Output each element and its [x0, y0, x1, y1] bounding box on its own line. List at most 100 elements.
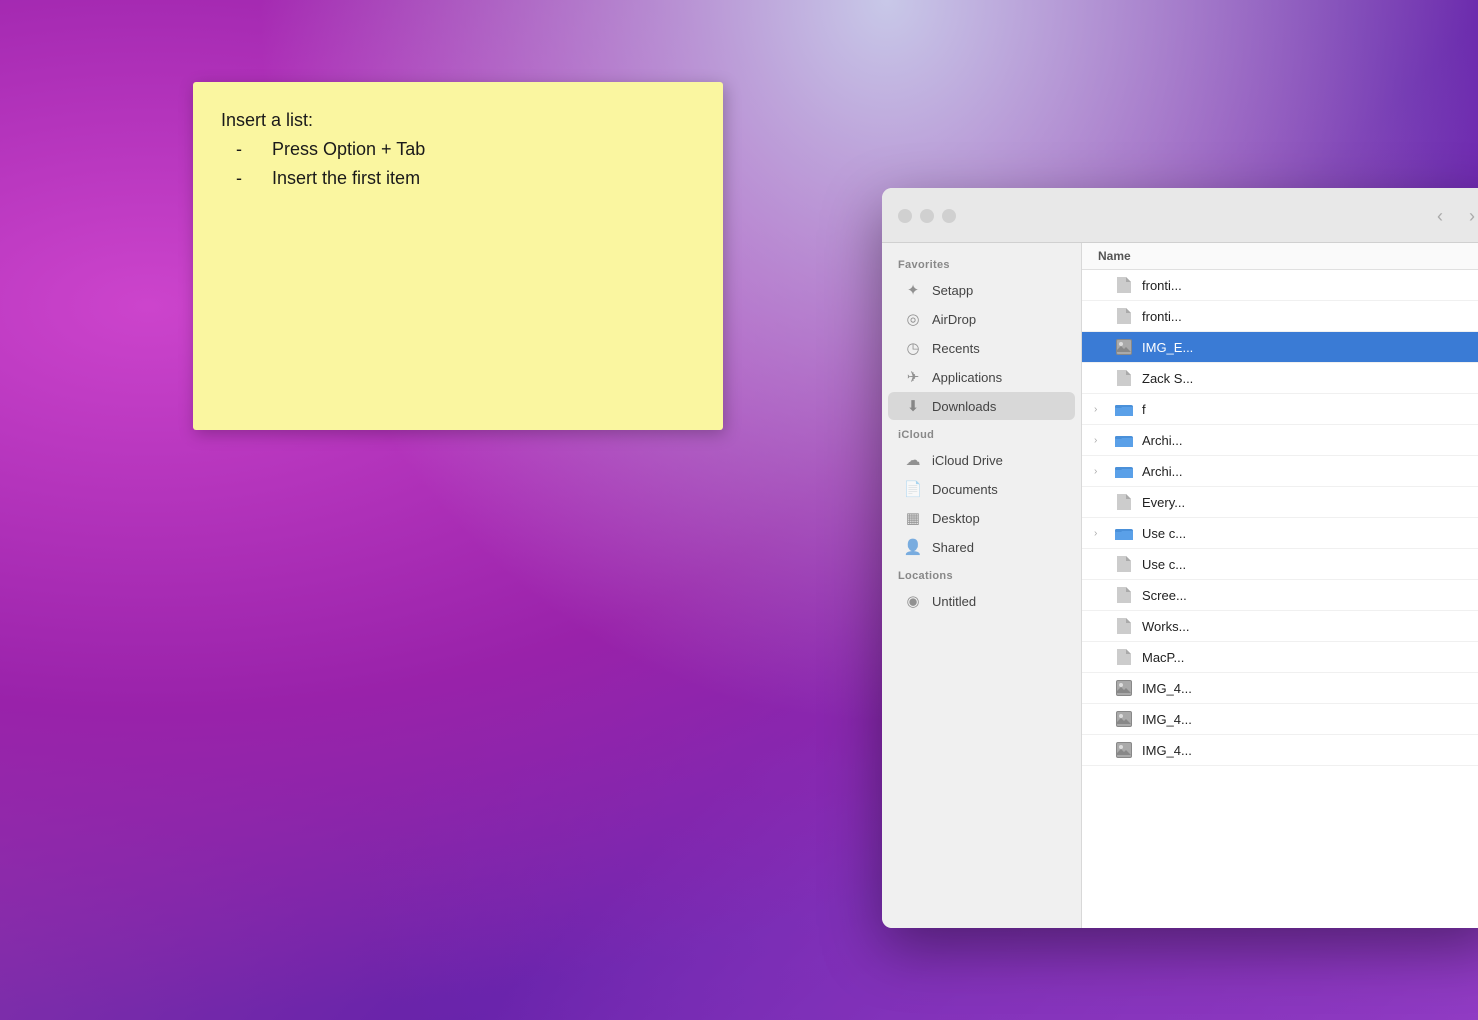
file-row-f13[interactable]: MacP...: [1082, 642, 1478, 673]
file-name-f15: IMG_4...: [1142, 712, 1478, 727]
sidebar-section-favorites: Favorites: [882, 251, 1081, 275]
finder-window: ‹ › Favorites ✦ Setapp ◎ AirDrop ◷Recents ✈ App…: [882, 188, 1478, 928]
file-row-f6[interactable]: › Archi...: [1082, 425, 1478, 456]
file-icon: [1114, 647, 1134, 667]
filelist-items: fronti... fronti... IMG_E... Zack S... › …: [1082, 270, 1478, 766]
img-icon: [1114, 337, 1134, 357]
traffic-lights: [898, 209, 956, 223]
file-icon: [1114, 306, 1134, 326]
finder-toolbar: ‹ ›: [882, 188, 1478, 243]
file-row-f3[interactable]: IMG_E...: [1082, 332, 1478, 363]
file-row-f10[interactable]: Use c...: [1082, 549, 1478, 580]
file-row-f8[interactable]: Every...: [1082, 487, 1478, 518]
recents-icon: ◷: [904, 339, 922, 357]
close-button[interactable]: [898, 209, 912, 223]
sidebar-item-applications[interactable]: ✈ Applications: [888, 363, 1075, 391]
back-button[interactable]: ‹: [1426, 202, 1454, 230]
folder-icon: [1114, 399, 1134, 419]
finder-filelist: Name fronti... fronti... IMG_E... Zack S…: [1082, 243, 1478, 928]
file-name-f3: IMG_E...: [1142, 340, 1478, 355]
sidebar-item-icloud-drive[interactable]: ☁ iCloud Drive: [888, 446, 1075, 474]
img-icon: [1114, 740, 1134, 760]
folder-icon: [1114, 461, 1134, 481]
file-name-f7: Archi...: [1142, 464, 1478, 479]
downloads-icon: ⬇: [904, 397, 922, 415]
applications-icon: ✈: [904, 368, 922, 386]
file-icon: [1114, 275, 1134, 295]
sidebar-section-locations: Locations: [882, 562, 1081, 586]
file-name-f5: f: [1142, 402, 1478, 417]
file-icon: [1114, 616, 1134, 636]
file-row-f16[interactable]: IMG_4...: [1082, 735, 1478, 766]
folder-icon: [1114, 523, 1134, 543]
sidebar-item-documents[interactable]: 📄 Documents: [888, 475, 1075, 503]
file-name-f14: IMG_4...: [1142, 681, 1478, 696]
finder-body: Favorites ✦ Setapp ◎ AirDrop ◷Recents ✈ Applica…: [882, 243, 1478, 928]
chevron-icon: ›: [1094, 466, 1106, 477]
file-icon: [1114, 585, 1134, 605]
untitled-icon: ◉: [904, 592, 922, 610]
icloud-drive-icon: ☁: [904, 451, 922, 469]
file-name-f13: MacP...: [1142, 650, 1478, 665]
file-row-f5[interactable]: › f: [1082, 394, 1478, 425]
file-row-f15[interactable]: IMG_4...: [1082, 704, 1478, 735]
sidebar-label-shared: Shared: [932, 540, 974, 555]
file-icon: [1114, 492, 1134, 512]
sidebar-item-airdrop[interactable]: ◎ AirDrop: [888, 305, 1075, 333]
chevron-icon: ›: [1094, 528, 1106, 539]
finder-sidebar: Favorites ✦ Setapp ◎ AirDrop ◷Recents ✈ Applica…: [882, 243, 1082, 928]
documents-icon: 📄: [904, 480, 922, 498]
file-icon: [1114, 368, 1134, 388]
file-name-f12: Works...: [1142, 619, 1478, 634]
sidebar-label-downloads: Downloads: [932, 399, 996, 414]
sidebar-label-icloud-drive: iCloud Drive: [932, 453, 1003, 468]
maximize-button[interactable]: [942, 209, 956, 223]
file-icon: [1114, 554, 1134, 574]
file-name-f1: fronti...: [1142, 278, 1478, 293]
sidebar-item-untitled[interactable]: ◉ Untitled: [888, 587, 1075, 615]
file-name-f10: Use c...: [1142, 557, 1478, 572]
desktop-icon: ▦: [904, 509, 922, 527]
minimize-button[interactable]: [920, 209, 934, 223]
sidebar-item-recents[interactable]: ◷Recents: [888, 334, 1075, 362]
file-name-f2: fronti...: [1142, 309, 1478, 324]
setapp-icon: ✦: [904, 281, 922, 299]
sidebar-label-desktop: Desktop: [932, 511, 980, 526]
file-name-f6: Archi...: [1142, 433, 1478, 448]
chevron-icon: ›: [1094, 435, 1106, 446]
img-icon: [1114, 678, 1134, 698]
file-name-f16: IMG_4...: [1142, 743, 1478, 758]
file-name-f11: Scree...: [1142, 588, 1478, 603]
sticky-note: Insert a list: - Press Option + Tab - In…: [193, 82, 723, 430]
file-row-f12[interactable]: Works...: [1082, 611, 1478, 642]
sidebar-item-setapp[interactable]: ✦ Setapp: [888, 276, 1075, 304]
img-icon: [1114, 709, 1134, 729]
file-row-f11[interactable]: Scree...: [1082, 580, 1478, 611]
sidebar-label-airdrop: AirDrop: [932, 312, 976, 327]
file-name-f8: Every...: [1142, 495, 1478, 510]
sidebar-label-applications: Applications: [932, 370, 1002, 385]
file-row-f2[interactable]: fronti...: [1082, 301, 1478, 332]
file-row-f1[interactable]: fronti...: [1082, 270, 1478, 301]
sidebar-item-downloads[interactable]: ⬇ Downloads: [888, 392, 1075, 420]
file-row-f7[interactable]: › Archi...: [1082, 456, 1478, 487]
sidebar-label-untitled: Untitled: [932, 594, 976, 609]
sidebar-item-desktop[interactable]: ▦ Desktop: [888, 504, 1075, 532]
sticky-note-content: Insert a list: - Press Option + Tab - In…: [221, 106, 695, 192]
folder-icon: [1114, 430, 1134, 450]
airdrop-icon: ◎: [904, 310, 922, 328]
chevron-icon: ›: [1094, 404, 1106, 415]
file-row-f4[interactable]: Zack S...: [1082, 363, 1478, 394]
sidebar-label-setapp: Setapp: [932, 283, 973, 298]
filelist-header: Name: [1082, 243, 1478, 270]
sidebar-section-icloud: iCloud: [882, 421, 1081, 445]
file-row-f9[interactable]: › Use c...: [1082, 518, 1478, 549]
file-name-f9: Use c...: [1142, 526, 1478, 541]
sidebar-item-shared[interactable]: 👤 Shared: [888, 533, 1075, 561]
finder-nav: ‹ ›: [1426, 202, 1478, 230]
sidebar-label-documents: Documents: [932, 482, 998, 497]
forward-button[interactable]: ›: [1458, 202, 1478, 230]
file-row-f14[interactable]: IMG_4...: [1082, 673, 1478, 704]
shared-icon: 👤: [904, 538, 922, 556]
file-name-f4: Zack S...: [1142, 371, 1478, 386]
